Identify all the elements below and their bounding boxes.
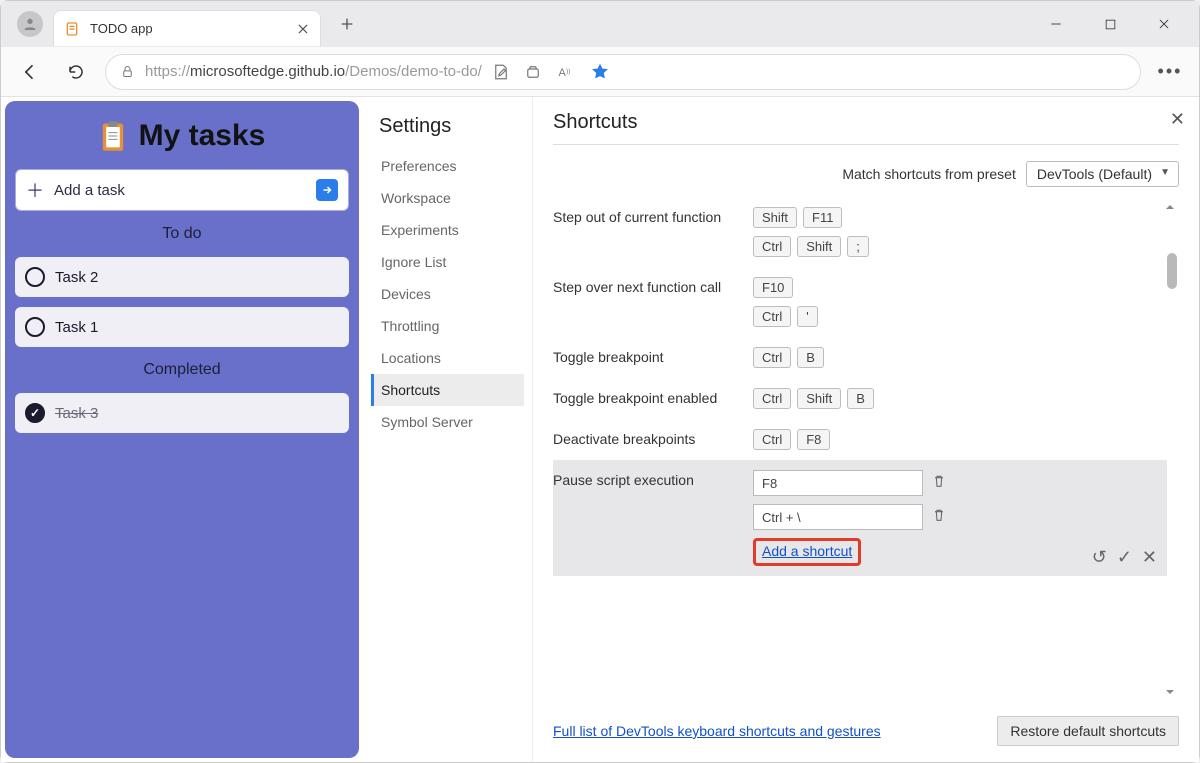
- keyboard-key: Shift: [753, 207, 797, 228]
- back-button[interactable]: [13, 55, 47, 89]
- read-aloud-icon[interactable]: A)): [556, 62, 576, 82]
- shortcut-label: Step over next function call: [553, 277, 753, 327]
- svg-text:)): )): [566, 67, 570, 74]
- scrollbar[interactable]: [1161, 197, 1179, 702]
- minimize-button[interactable]: [1041, 9, 1071, 39]
- more-menu-button[interactable]: •••: [1153, 61, 1187, 82]
- shortcut-input[interactable]: [753, 470, 923, 496]
- plus-icon: ＋: [26, 177, 44, 203]
- revert-icon[interactable]: ↺: [1092, 547, 1107, 568]
- checkbox-checked-icon[interactable]: [25, 403, 45, 423]
- keyboard-key: Shift: [797, 388, 841, 409]
- add-task-placeholder: Add a task: [54, 182, 306, 199]
- scroll-thumb[interactable]: [1167, 253, 1177, 289]
- checkbox-icon[interactable]: [25, 317, 45, 337]
- shortcuts-list: Step out of current functionShiftF11Ctrl…: [553, 197, 1179, 702]
- add-shortcut-link[interactable]: Add a shortcut: [762, 543, 852, 559]
- new-tab-button[interactable]: [331, 8, 363, 40]
- devtools-panel: Settings PreferencesWorkspaceExperiments…: [363, 97, 1199, 762]
- settings-nav-item[interactable]: Shortcuts: [371, 374, 524, 406]
- browser-toolbar: https://microsoftedge.github.io/Demos/de…: [1, 47, 1199, 97]
- full-shortcuts-link[interactable]: Full list of DevTools keyboard shortcuts…: [553, 723, 881, 739]
- shortcut-row[interactable]: Toggle breakpointCtrl B: [553, 337, 1157, 378]
- close-window-button[interactable]: [1149, 9, 1179, 39]
- shortcut-label: Toggle breakpoint: [553, 347, 753, 368]
- keyboard-key: F10: [753, 277, 793, 298]
- restore-defaults-button[interactable]: Restore default shortcuts: [997, 716, 1179, 746]
- shortcut-label: Pause script execution: [553, 470, 753, 566]
- preset-label: Match shortcuts from preset: [842, 166, 1016, 182]
- task-item-done[interactable]: Task 3: [15, 393, 349, 433]
- window-titlebar: TODO app: [1, 1, 1199, 47]
- submit-task-button[interactable]: [316, 179, 338, 201]
- scroll-up-icon[interactable]: [1162, 199, 1178, 215]
- keyboard-key: B: [797, 347, 824, 368]
- keyboard-key: Shift: [797, 236, 841, 257]
- preset-select[interactable]: DevTools (Default): [1026, 161, 1179, 187]
- edit-page-icon[interactable]: [492, 63, 510, 81]
- keyboard-key: Ctrl: [753, 429, 791, 450]
- shortcut-row[interactable]: Step over next function callF10 Ctrl ': [553, 267, 1157, 337]
- section-todo-label: To do: [15, 221, 349, 247]
- checkbox-icon[interactable]: [25, 267, 45, 287]
- settings-nav-item[interactable]: Workspace: [371, 182, 524, 214]
- clipboard-icon: [99, 119, 127, 153]
- settings-nav-item[interactable]: Ignore List: [371, 246, 524, 278]
- close-tab-icon[interactable]: [296, 22, 310, 36]
- shortcut-row[interactable]: Deactivate breakpointsCtrl F8: [553, 419, 1157, 460]
- collections-icon[interactable]: [524, 63, 542, 81]
- refresh-button[interactable]: [59, 55, 93, 89]
- keyboard-key: B: [847, 388, 874, 409]
- address-bar[interactable]: https://microsoftedge.github.io/Demos/de…: [105, 54, 1141, 90]
- keyboard-key: Ctrl: [753, 236, 791, 257]
- keyboard-key: Ctrl: [753, 306, 791, 327]
- todo-app: My tasks ＋ Add a task To do Task 2 Task …: [5, 101, 359, 758]
- shortcut-row[interactable]: Toggle breakpoint enabledCtrl Shift B: [553, 378, 1157, 419]
- window-controls: [1041, 9, 1193, 39]
- maximize-button[interactable]: [1095, 9, 1125, 39]
- browser-tab[interactable]: TODO app: [53, 10, 321, 46]
- shortcut-row[interactable]: Step out of current functionShiftF11Ctrl…: [553, 197, 1157, 267]
- settings-nav-item[interactable]: Locations: [371, 342, 524, 374]
- delete-shortcut-icon[interactable]: [931, 473, 947, 494]
- keyboard-key: ;: [847, 236, 869, 257]
- keyboard-key: Ctrl: [753, 347, 791, 368]
- shortcut-label: Step out of current function: [553, 207, 753, 257]
- page-icon: [64, 21, 80, 37]
- settings-header: Settings: [371, 115, 524, 138]
- keyboard-key: Ctrl: [753, 388, 791, 409]
- cancel-icon[interactable]: ✕: [1142, 547, 1157, 568]
- section-completed-label: Completed: [15, 357, 349, 383]
- keyboard-key: F11: [803, 207, 842, 228]
- settings-nav: Settings PreferencesWorkspaceExperiments…: [363, 97, 533, 762]
- delete-shortcut-icon[interactable]: [931, 507, 947, 528]
- shortcut-row-editing: Pause script execution Add a shortcut: [553, 460, 1167, 576]
- task-item[interactable]: Task 2: [15, 257, 349, 297]
- settings-nav-item[interactable]: Preferences: [371, 150, 524, 182]
- shortcut-input[interactable]: [753, 504, 923, 530]
- url-text: https://microsoftedge.github.io/Demos/de…: [145, 63, 482, 80]
- tab-title: TODO app: [90, 21, 286, 36]
- settings-nav-item[interactable]: Experiments: [371, 214, 524, 246]
- favorite-star-icon[interactable]: [590, 62, 610, 82]
- shortcut-label: Toggle breakpoint enabled: [553, 388, 753, 409]
- keyboard-key: ': [797, 306, 817, 327]
- task-item[interactable]: Task 1: [15, 307, 349, 347]
- keyboard-key: F8: [797, 429, 830, 450]
- settings-nav-item[interactable]: Throttling: [371, 310, 524, 342]
- app-title: My tasks: [139, 119, 266, 153]
- close-settings-icon[interactable]: ✕: [1170, 109, 1185, 130]
- scroll-down-icon[interactable]: [1162, 684, 1178, 700]
- lock-icon: [120, 64, 135, 79]
- settings-nav-item[interactable]: Symbol Server: [371, 406, 524, 438]
- add-task-input[interactable]: ＋ Add a task: [15, 169, 349, 211]
- settings-nav-item[interactable]: Devices: [371, 278, 524, 310]
- shortcuts-header: Shortcuts: [553, 111, 1179, 145]
- shortcut-label: Deactivate breakpoints: [553, 429, 753, 450]
- profile-avatar[interactable]: [17, 11, 43, 37]
- confirm-icon[interactable]: ✓: [1117, 547, 1132, 568]
